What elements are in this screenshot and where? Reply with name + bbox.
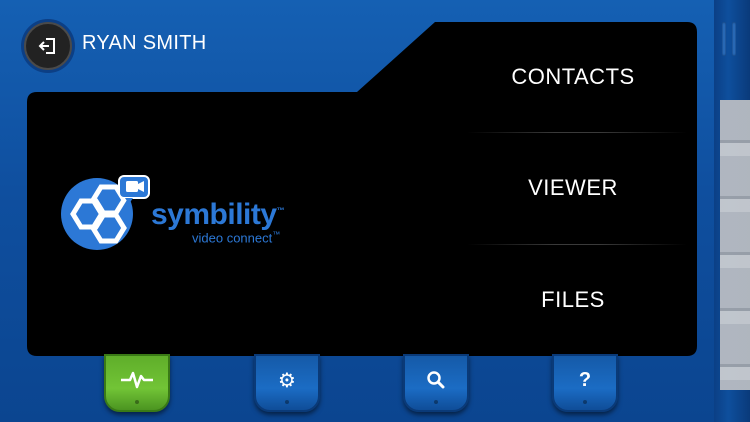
tab-activity[interactable] <box>104 354 170 412</box>
tab-indicator-dot <box>135 400 139 404</box>
rail-stripes <box>720 100 750 390</box>
menu-item-contacts[interactable]: CONTACTS <box>461 22 685 132</box>
user-name: RYAN SMITH <box>82 32 207 54</box>
rail-grip-left <box>722 22 726 56</box>
tab-indicator-dot <box>583 400 587 404</box>
tab-indicator-dot <box>434 400 438 404</box>
logo-subtitle-trademark: ™ <box>272 230 281 239</box>
logo-brand-trademark: ™ <box>276 206 285 215</box>
menu-item-label: VIEWER <box>528 175 618 200</box>
logo-brand-text: symbility™ <box>151 198 285 231</box>
menu-item-files[interactable]: FILES <box>461 245 685 355</box>
exit-icon <box>38 38 55 54</box>
menu-item-viewer[interactable]: VIEWER <box>461 133 685 243</box>
menu-item-label: CONTACTS <box>511 64 635 89</box>
tab-indicator-dot <box>285 400 289 404</box>
help-icon: ? <box>578 368 592 391</box>
sign-out-button[interactable] <box>24 22 72 70</box>
logo-subtitle: video connect™ <box>192 230 281 246</box>
tab-settings[interactable]: ⚙ <box>254 354 320 412</box>
gear-icon: ⚙ <box>278 369 296 392</box>
activity-pulse-icon <box>121 371 153 389</box>
tab-search[interactable] <box>403 354 469 412</box>
right-side-rail <box>714 0 750 422</box>
symbility-logo: symbility™ video connect™ <box>57 170 297 250</box>
main-screen: symbility™ video connect™ CONTACTS VIEWE… <box>27 20 697 356</box>
rail-grip-right <box>732 22 736 56</box>
search-icon <box>427 371 445 389</box>
menu-item-label: FILES <box>541 287 605 312</box>
tab-help[interactable]: ? <box>552 354 618 412</box>
logo-hex-icon <box>61 175 150 250</box>
